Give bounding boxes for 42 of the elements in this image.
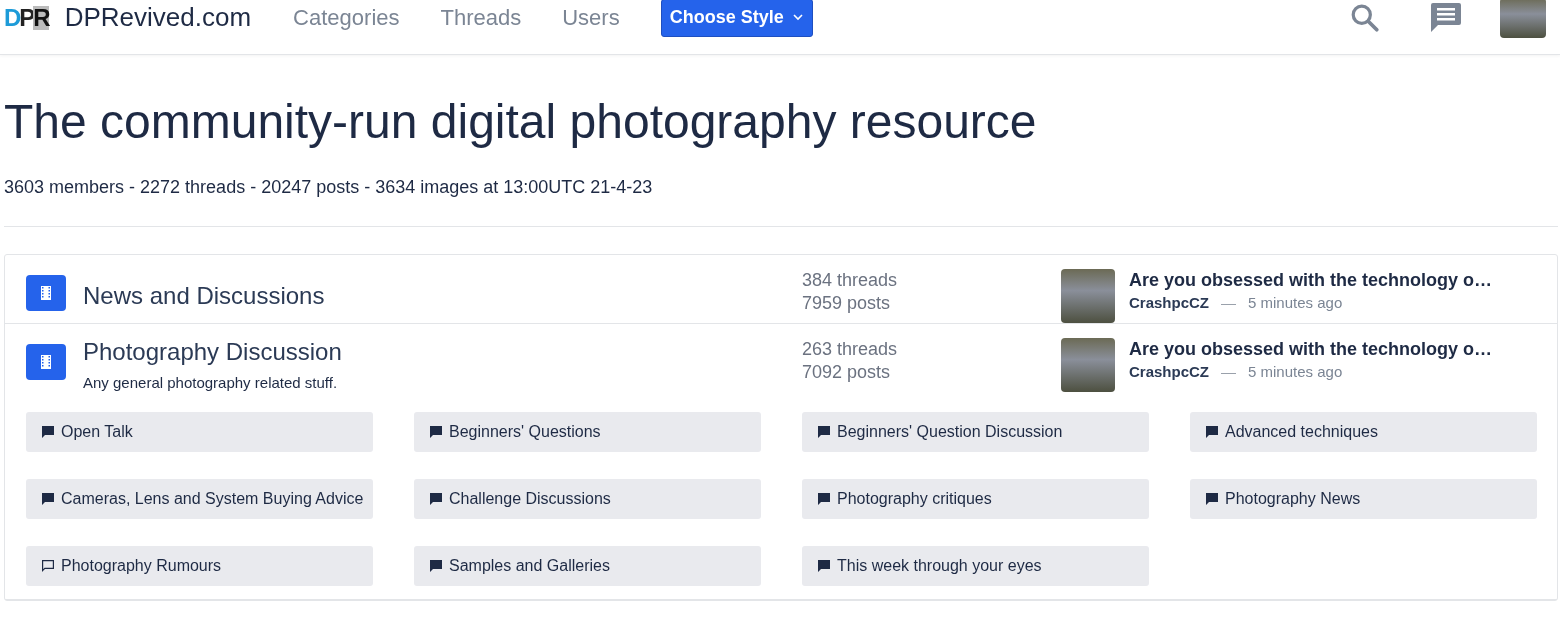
thread-count: 263 threads [802, 338, 899, 362]
category-link[interactable]: Photography Discussion [83, 338, 802, 367]
post-count: 7959 posts [802, 292, 892, 316]
subforum-link[interactable]: Photography critiques [802, 479, 1149, 520]
user-avatar[interactable] [1061, 338, 1115, 393]
username-link[interactable]: CrashpcCZ [1129, 363, 1210, 381]
subforum-link[interactable]: Cameras, Lens and System Buying Advice [26, 479, 373, 520]
messages-icon[interactable] [1430, 2, 1462, 33]
separator-dash: — [1221, 294, 1237, 312]
subforum-link[interactable]: Photography Rumours [26, 546, 373, 587]
latest-thread-link[interactable]: Are you obsessed with the technology o… [1129, 269, 1493, 293]
category-description: Any general photography related stuff. [83, 374, 339, 392]
latest-thread-link[interactable]: Are you obsessed with the technology o… [1129, 338, 1493, 362]
subforum-link[interactable]: Samples and Galleries [414, 546, 761, 587]
nav-link[interactable]: Categories [293, 4, 400, 31]
username-link[interactable]: CrashpcCZ [1129, 294, 1210, 312]
post-time: 5 minutes ago [1248, 294, 1343, 312]
user-avatar[interactable] [1061, 269, 1115, 324]
film-icon [26, 275, 66, 312]
search-icon[interactable] [1350, 2, 1380, 33]
caret-icon [791, 11, 804, 23]
site-stats: 3603 members - 2272 threads - 20247 posts - 3634 images at 13:00UTC 21-4-23 [4, 177, 654, 199]
post-count: 7092 posts [802, 361, 892, 385]
thread-count: 384 threads [802, 269, 899, 293]
film-icon [26, 344, 66, 381]
subforum-link[interactable]: Photography News [1190, 479, 1537, 520]
subforum-link[interactable]: Challenge Discussions [414, 479, 761, 520]
page-heading: The community-run digital photography resource [4, 97, 1038, 148]
nav-link[interactable]: Users [562, 4, 620, 31]
subforum-link[interactable]: This week through your eyes [802, 546, 1149, 587]
user-avatar[interactable] [1500, 0, 1546, 38]
site-name-link[interactable]: DPRevived.com [64, 2, 252, 33]
subforum-link[interactable]: Open Talk [26, 412, 373, 453]
site-logo[interactable]: DPR [4, 5, 49, 30]
category-link[interactable]: News and Discussions [83, 282, 802, 311]
choose-style-button[interactable]: Choose Style [660, 0, 813, 37]
nav-link[interactable]: Threads [440, 4, 522, 31]
post-time: 5 minutes ago [1248, 363, 1343, 381]
subforum-link[interactable]: Advanced techniques [1190, 412, 1537, 453]
subforum-link[interactable]: Beginners' Questions [414, 412, 761, 453]
separator-dash: — [1221, 363, 1237, 381]
subforum-link[interactable]: Beginners' Question Discussion [802, 412, 1149, 453]
